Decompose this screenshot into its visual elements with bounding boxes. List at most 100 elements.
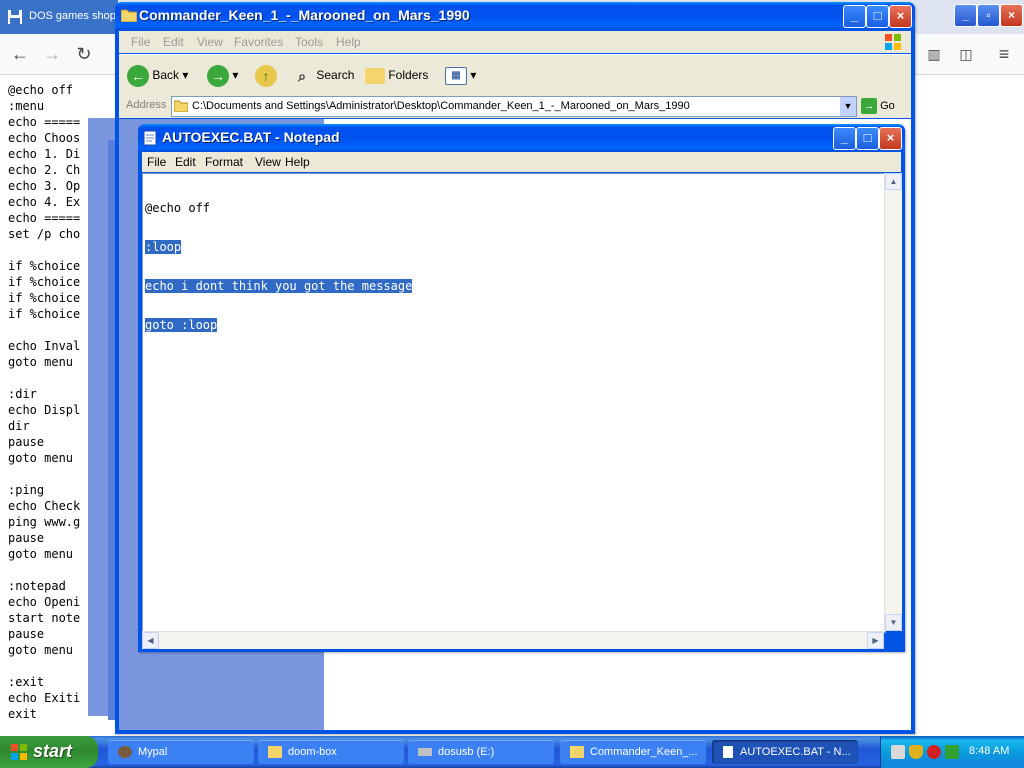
code-line: echo Displ bbox=[8, 403, 81, 417]
notepad-menu-bar: File Edit Format View Help bbox=[142, 152, 901, 172]
menu-favorites[interactable]: Favorites bbox=[234, 35, 283, 49]
scroll-down-icon[interactable]: ▼ bbox=[885, 614, 902, 631]
minimize-button[interactable]: _ bbox=[843, 5, 866, 28]
taskbar-item-doom-box[interactable]: doom-box bbox=[258, 740, 404, 764]
horizontal-scrollbar[interactable]: ◀ ▶ bbox=[142, 631, 884, 649]
text-line-selected: :loop bbox=[145, 240, 182, 254]
task-label: AUTOEXEC.BAT - N... bbox=[740, 746, 851, 758]
taskbar-item-dosusb[interactable]: dosusb (E:) bbox=[408, 740, 554, 764]
forward-button[interactable]: → ▾ bbox=[207, 63, 238, 87]
start-button[interactable]: start bbox=[0, 736, 98, 768]
code-line: goto menu bbox=[8, 355, 74, 369]
code-line: echo Openi bbox=[8, 595, 81, 609]
taskbar-item-commander-keen[interactable]: Commander_Keen_... bbox=[560, 740, 706, 764]
code-line: ping www.g bbox=[8, 515, 81, 529]
code-line: :notepad bbox=[8, 579, 66, 593]
notepad-title-bar[interactable]: AUTOEXEC.BAT - Notepad _ □ × bbox=[138, 124, 905, 151]
folder-icon bbox=[174, 100, 188, 112]
notepad-title: AUTOEXEC.BAT - Notepad bbox=[162, 129, 340, 145]
address-field[interactable]: C:\Documents and Settings\Administrator\… bbox=[171, 96, 857, 117]
go-button[interactable]: → Go bbox=[861, 97, 895, 115]
start-label: start bbox=[33, 741, 73, 761]
explorer-title-bar[interactable]: Commander_Keen_1_-_Marooned_on_Mars_1990… bbox=[115, 2, 915, 29]
windows-flag-icon bbox=[11, 744, 27, 760]
menu-help[interactable]: Help bbox=[336, 35, 361, 49]
folder-icon bbox=[121, 9, 137, 22]
menu-help[interactable]: Help bbox=[285, 155, 310, 169]
browser-minimize-button[interactable]: _ bbox=[954, 4, 977, 27]
close-button[interactable]: × bbox=[889, 5, 912, 28]
system-tray: 8:48 AM bbox=[880, 736, 1024, 768]
browser-close-button[interactable]: × bbox=[1000, 4, 1023, 27]
code-line: echo ===== bbox=[8, 211, 81, 225]
back-button[interactable]: ← Back ▾ bbox=[127, 63, 188, 87]
code-line: start note bbox=[8, 611, 81, 625]
code-line: goto menu bbox=[8, 451, 74, 465]
menu-file[interactable]: File bbox=[147, 155, 166, 169]
menu-format[interactable]: Format bbox=[205, 155, 243, 169]
menu-tools[interactable]: Tools bbox=[295, 35, 323, 49]
browser-tab[interactable]: DOS games shop bbox=[0, 0, 118, 34]
safely-remove-icon[interactable] bbox=[945, 745, 959, 759]
views-button[interactable]: ▦ ▾ bbox=[445, 63, 476, 87]
code-line: :menu bbox=[8, 99, 45, 113]
text-line: @echo off bbox=[145, 201, 211, 215]
address-dropdown-icon[interactable]: ▼ bbox=[840, 97, 856, 116]
reload-icon[interactable]: ↻ bbox=[70, 40, 98, 68]
code-line: :ping bbox=[8, 483, 45, 497]
sidebar-icon[interactable]: ◫ bbox=[952, 40, 980, 68]
notepad-icon bbox=[722, 745, 734, 760]
code-line: echo Exiti bbox=[8, 691, 81, 705]
code-line: goto menu bbox=[8, 547, 74, 561]
address-value: C:\Documents and Settings\Administrator\… bbox=[192, 100, 690, 112]
folders-label: Folders bbox=[388, 68, 429, 82]
network-icon[interactable] bbox=[891, 745, 905, 759]
code-line: pause bbox=[8, 435, 45, 449]
menu-icon[interactable]: ≡ bbox=[990, 40, 1018, 68]
menu-view[interactable]: View bbox=[255, 155, 281, 169]
up-folder-button[interactable]: ↑ bbox=[255, 63, 277, 87]
notepad-text-area[interactable]: @echo off :loop echo i dont think you go… bbox=[142, 173, 886, 633]
menu-file[interactable]: File bbox=[131, 35, 150, 49]
code-line: if %choice bbox=[8, 259, 81, 273]
folder-icon bbox=[268, 746, 282, 759]
views-icon: ▦ bbox=[445, 66, 467, 85]
drive-icon bbox=[418, 748, 432, 757]
minimize-button[interactable]: _ bbox=[833, 127, 856, 150]
scroll-right-icon[interactable]: ▶ bbox=[867, 632, 884, 649]
menu-view[interactable]: View bbox=[197, 35, 223, 49]
maximize-button[interactable]: □ bbox=[866, 5, 889, 28]
code-line: echo 3. Op bbox=[8, 179, 81, 193]
clock: 8:48 AM bbox=[969, 745, 1010, 757]
scroll-left-icon[interactable]: ◀ bbox=[142, 632, 159, 649]
windows-logo-icon bbox=[885, 34, 901, 50]
menu-edit[interactable]: Edit bbox=[175, 155, 196, 169]
library-icon[interactable]: ▥ bbox=[920, 40, 948, 68]
code-line: echo 2. Ch bbox=[8, 163, 81, 177]
forward-arrow-icon[interactable]: → bbox=[38, 40, 66, 68]
browser-restore-button[interactable]: ▫ bbox=[977, 4, 1000, 27]
taskbar-item-notepad[interactable]: AUTOEXEC.BAT - N... bbox=[712, 740, 858, 764]
address-bar: Address C:\Documents and Settings\Admini… bbox=[119, 95, 911, 118]
maximize-button[interactable]: □ bbox=[856, 127, 879, 150]
back-arrow-icon[interactable]: ← bbox=[6, 40, 34, 68]
notepad-window: AUTOEXEC.BAT - Notepad _ □ × File Edit F… bbox=[138, 124, 905, 652]
code-line: echo 4. Ex bbox=[8, 195, 81, 209]
security-shield-icon[interactable] bbox=[909, 745, 923, 759]
search-label: Search bbox=[316, 68, 355, 82]
folders-button[interactable]: Folders bbox=[365, 63, 428, 87]
taskbar-item-mypal[interactable]: Mypal bbox=[108, 740, 254, 764]
code-line: set /p cho bbox=[8, 227, 81, 241]
search-button[interactable]: ⌕ Search bbox=[291, 63, 354, 87]
menu-edit[interactable]: Edit bbox=[163, 35, 184, 49]
go-label: Go bbox=[880, 100, 895, 112]
alert-icon[interactable] bbox=[927, 745, 941, 759]
code-line: goto menu bbox=[8, 643, 74, 657]
vertical-scrollbar[interactable]: ▲ ▼ bbox=[884, 173, 902, 631]
close-button[interactable]: × bbox=[879, 127, 902, 150]
text-line-selected: goto :loop bbox=[145, 318, 218, 332]
scroll-up-icon[interactable]: ▲ bbox=[885, 173, 902, 190]
